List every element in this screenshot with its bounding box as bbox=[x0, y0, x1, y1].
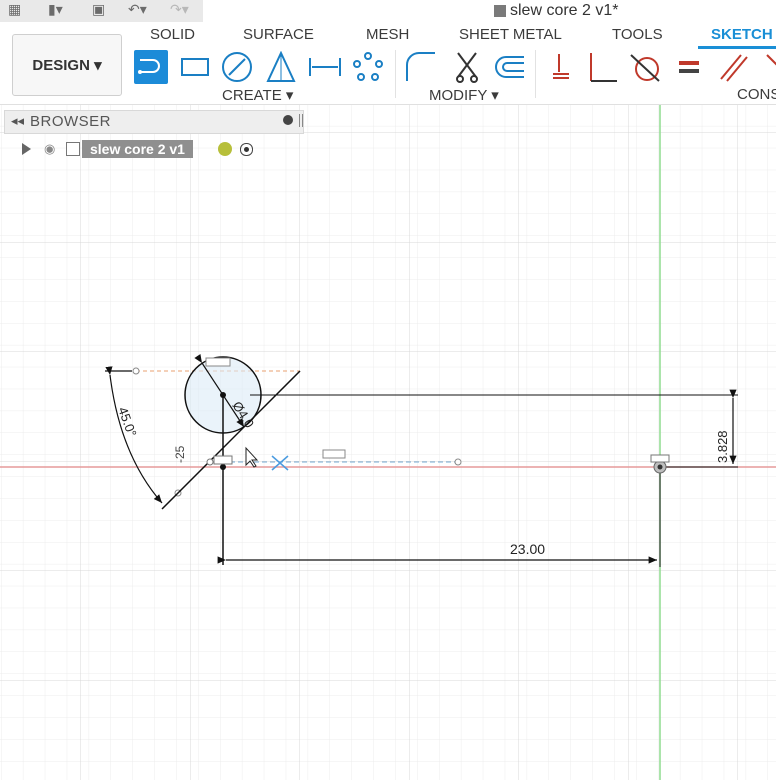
perpendicular-constraint-icon[interactable] bbox=[586, 50, 620, 84]
browser-title: BROWSER bbox=[30, 113, 112, 130]
tangent-constraint-icon[interactable] bbox=[628, 50, 662, 84]
symmetry-constraint-icon[interactable] bbox=[756, 50, 776, 84]
constrain-group-label[interactable]: CONS bbox=[737, 86, 776, 103]
tab-sheet-metal[interactable]: SHEET METAL bbox=[459, 26, 562, 43]
document-title: slew core 2 v1* bbox=[494, 0, 619, 22]
visibility-eye-icon[interactable]: ◉ bbox=[44, 141, 55, 157]
component-name[interactable]: slew core 2 v1 bbox=[82, 140, 193, 158]
collapse-panel-icon[interactable]: ◂◂ bbox=[11, 113, 24, 129]
tab-surface[interactable]: SURFACE bbox=[243, 26, 314, 43]
trim-tool-icon[interactable] bbox=[450, 50, 484, 84]
fix-constraint-icon[interactable] bbox=[650, 454, 670, 463]
sketch-point[interactable] bbox=[454, 458, 462, 466]
pattern-tool-icon[interactable] bbox=[351, 50, 385, 84]
horizontal-constraint-icon[interactable] bbox=[205, 357, 231, 367]
redo-icon[interactable]: ↷▾ bbox=[170, 1, 189, 18]
document-icon bbox=[494, 5, 506, 17]
expand-arrow-icon[interactable] bbox=[22, 143, 31, 155]
dimension-tool-icon[interactable] bbox=[308, 50, 342, 84]
toolbar-ribbon: DESIGN ▾ SOLID SURFACE MESH SHEET METAL … bbox=[0, 24, 776, 105]
tab-sketch[interactable]: SKETCH bbox=[711, 26, 773, 43]
sketch-canvas[interactable]: Ø4.0 45.0° -25 23.00 3.828 bbox=[0, 105, 776, 780]
parallel-constraint-icon[interactable] bbox=[716, 50, 750, 84]
circle-tool-icon[interactable] bbox=[220, 50, 254, 84]
line-tool-icon[interactable] bbox=[134, 50, 168, 84]
activate-radio-icon[interactable] bbox=[240, 143, 253, 156]
minimize-icon[interactable] bbox=[283, 115, 293, 125]
grid-icon[interactable]: ▦ bbox=[8, 1, 21, 18]
title-bar: ▦ ▮▾ ▣ ↶▾ ↷▾ slew core 2 v1* bbox=[0, 0, 776, 24]
undo-icon[interactable]: ↶▾ bbox=[128, 1, 147, 18]
horizontal-dimension[interactable]: 23.00 bbox=[510, 541, 545, 557]
vertical-dimension[interactable]: 3.828 bbox=[715, 430, 730, 463]
component-settings-icon[interactable] bbox=[218, 142, 232, 156]
equal-constraint-icon[interactable] bbox=[672, 50, 706, 84]
small-dimension[interactable]: -25 bbox=[173, 445, 187, 463]
tab-solid[interactable]: SOLID bbox=[150, 26, 195, 43]
horizontal-constraint-icon[interactable] bbox=[322, 449, 346, 459]
sketch-point[interactable] bbox=[132, 367, 140, 375]
coincident-constraint-icon[interactable] bbox=[544, 50, 578, 84]
save-icon[interactable]: ▣ bbox=[92, 1, 105, 18]
create-group-label[interactable]: CREATE ▾ bbox=[222, 86, 293, 104]
quick-access-toolbar: ▦ ▮▾ ▣ ↶▾ ↷▾ bbox=[0, 0, 203, 22]
group-separator bbox=[395, 50, 396, 98]
origin-center bbox=[657, 464, 663, 470]
rectangle-tool-icon[interactable] bbox=[178, 50, 212, 84]
sketch-point[interactable] bbox=[220, 464, 226, 470]
tab-mesh[interactable]: MESH bbox=[366, 26, 409, 43]
fillet-tool-icon[interactable] bbox=[404, 50, 438, 84]
design-workspace-button[interactable]: DESIGN ▾ bbox=[12, 34, 122, 96]
browser-panel-header: ◂◂ BROWSER bbox=[4, 110, 304, 134]
browser-root-node[interactable]: ◉ slew core 2 v1 bbox=[18, 140, 258, 160]
component-icon bbox=[66, 142, 80, 156]
sketch-point[interactable] bbox=[206, 458, 214, 466]
active-tab-indicator bbox=[698, 46, 776, 49]
pin-icon[interactable] bbox=[299, 114, 303, 127]
polygon-tool-icon[interactable] bbox=[264, 50, 298, 84]
coincident-constraint-icon[interactable] bbox=[213, 455, 233, 465]
tab-tools[interactable]: TOOLS bbox=[612, 26, 663, 43]
file-icon[interactable]: ▮▾ bbox=[48, 1, 63, 18]
group-separator bbox=[535, 50, 536, 98]
offset-tool-icon[interactable] bbox=[492, 50, 526, 84]
modify-group-label[interactable]: MODIFY ▾ bbox=[429, 86, 499, 104]
